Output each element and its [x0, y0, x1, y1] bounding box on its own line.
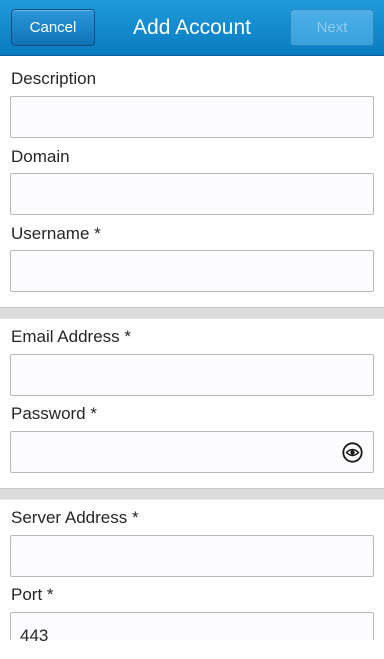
port-field[interactable]: 443 — [10, 612, 374, 645]
username-label: Username * — [11, 224, 101, 243]
password-field[interactable] — [10, 431, 374, 473]
page-title: Add Account — [133, 16, 251, 39]
section-divider — [0, 488, 384, 500]
domain-label: Domain — [11, 147, 70, 166]
description-field[interactable] — [10, 96, 374, 138]
domain-field[interactable] — [10, 173, 374, 215]
password-label: Password * — [11, 404, 97, 423]
server-address-label: Server Address * — [11, 508, 139, 527]
email-label: Email Address * — [11, 327, 131, 346]
cancel-button[interactable]: Cancel — [11, 9, 95, 46]
next-button[interactable]: Next — [290, 9, 374, 46]
eye-icon[interactable] — [342, 442, 363, 463]
port-label: Port * — [11, 585, 54, 604]
server-address-field[interactable] — [10, 535, 374, 577]
title-bar: Cancel Add Account Next — [0, 0, 384, 56]
section-divider — [0, 307, 384, 319]
email-field[interactable] — [10, 354, 374, 396]
description-label: Description — [11, 69, 97, 88]
username-field[interactable] — [10, 250, 374, 292]
